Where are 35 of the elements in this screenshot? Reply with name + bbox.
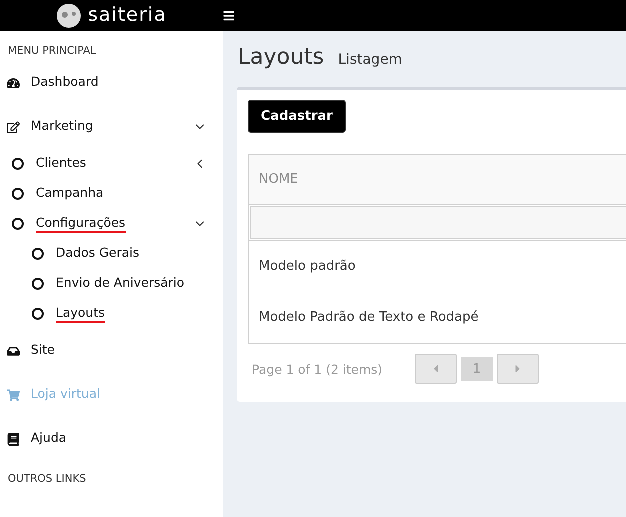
menu-icon[interactable]	[223, 10, 235, 22]
menu-item[interactable]: Envio de Aniversário	[56, 275, 185, 293]
pager-summary: Page 1 of 1 (2 items)	[251, 362, 384, 376]
logo-text: saiteria	[88, 6, 167, 25]
page-title: Layouts	[238, 45, 324, 70]
menu-item[interactable]: Campanha	[36, 185, 104, 203]
edit-icon	[7, 120, 20, 134]
filter-field[interactable]	[250, 206, 626, 239]
menu-item[interactable]: Dashboard	[31, 74, 99, 92]
logo-icon	[56, 2, 82, 28]
register-button[interactable]: Cadastrar	[248, 100, 346, 133]
table-cell-text: Modelo Padrão de Texto e Rodapé	[258, 309, 480, 327]
menu-item[interactable]: Site	[31, 342, 55, 360]
circle-icon	[32, 278, 44, 290]
page-subtitle: Listagem	[338, 52, 402, 68]
menu-item[interactable]: Dados Gerais	[56, 245, 140, 263]
section-header: OUTROS LINKS	[7, 472, 88, 487]
menu-item[interactable]: Configurações	[36, 215, 126, 233]
table-cell-text: Modelo padrão	[258, 258, 357, 276]
inbox-icon	[7, 344, 20, 358]
menu-item[interactable]: Marketing	[31, 118, 94, 136]
menu-item[interactable]: Layouts	[56, 305, 106, 323]
gauge-icon	[7, 76, 20, 90]
circle-icon	[12, 158, 24, 170]
previous-page-button[interactable]	[415, 354, 457, 384]
next-page-button[interactable]	[497, 354, 539, 384]
circle-icon	[12, 188, 24, 200]
circle-icon	[32, 248, 44, 260]
book-icon	[7, 432, 20, 446]
circle-icon	[32, 308, 44, 320]
section-header: MENU PRINCIPAL	[7, 44, 98, 59]
cart-icon	[7, 388, 20, 402]
menu-item[interactable]: Ajuda	[31, 430, 67, 448]
circle-icon	[12, 218, 24, 230]
menu-item[interactable]: Clientes	[36, 155, 86, 173]
